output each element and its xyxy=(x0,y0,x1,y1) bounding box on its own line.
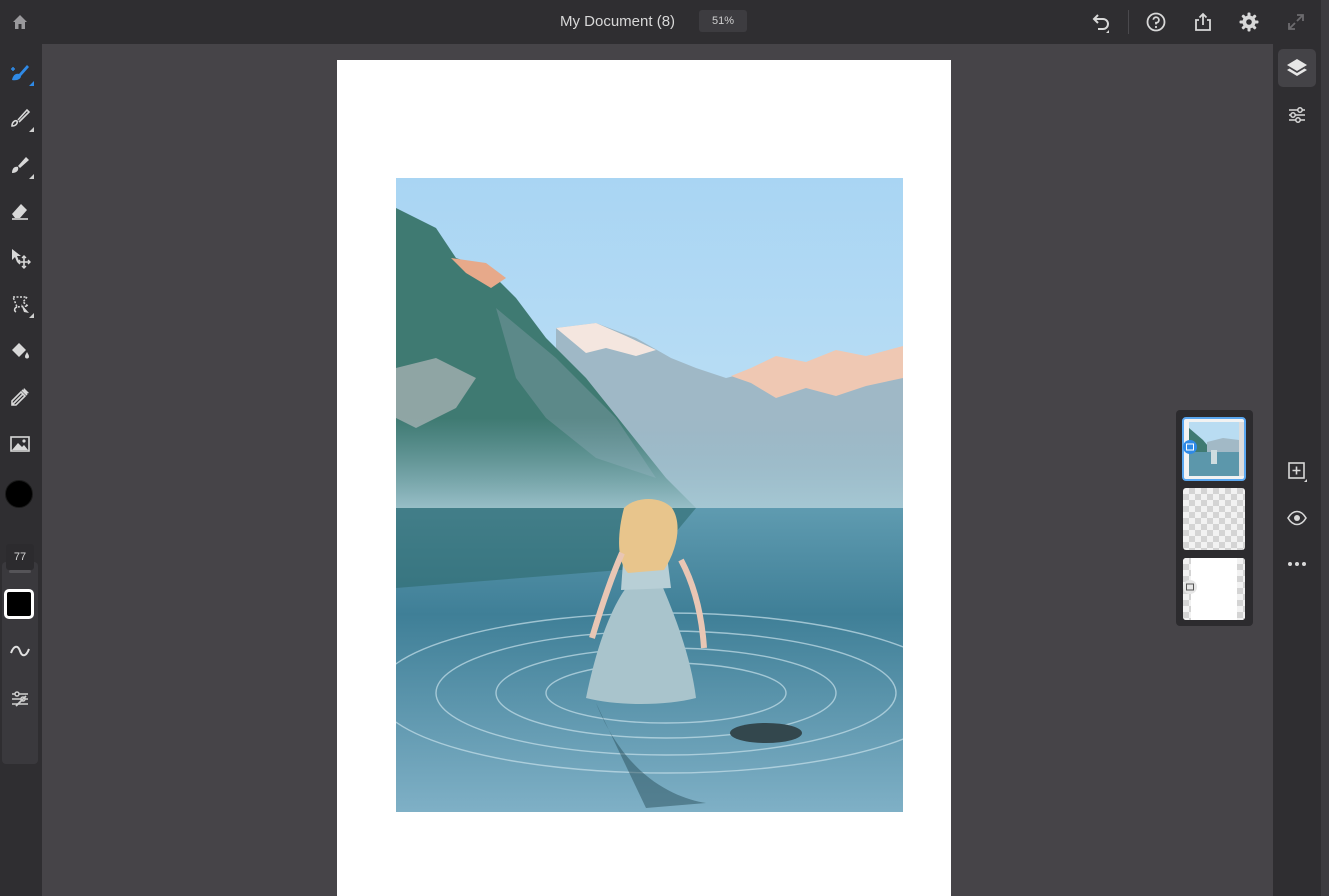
primary-color-swatch[interactable] xyxy=(5,480,33,508)
add-layer-button[interactable] xyxy=(1282,456,1312,486)
layer-thumbnail-empty[interactable] xyxy=(1183,488,1245,550)
toolbar-divider xyxy=(1128,10,1129,34)
tool-submenu-indicator xyxy=(29,174,34,179)
brush-color-swatch[interactable] xyxy=(4,589,34,619)
smoothing-wave-icon xyxy=(10,645,30,657)
layer-thumbnail-background[interactable] xyxy=(1183,558,1245,620)
tool-move-transform[interactable] xyxy=(3,241,37,275)
fullscreen-button[interactable] xyxy=(1282,8,1310,36)
add-layer-icon xyxy=(1288,462,1307,482)
image-badge-icon xyxy=(1186,583,1194,591)
tool-eyedropper[interactable] xyxy=(3,380,37,414)
tool-brush-settings[interactable] xyxy=(3,682,37,716)
tool-quick-selection[interactable] xyxy=(3,55,37,89)
zoom-level[interactable]: 51% xyxy=(699,10,747,32)
document-title[interactable]: My Document (8) xyxy=(560,11,675,33)
tool-fill-bucket[interactable] xyxy=(3,334,37,368)
layer-image-badge xyxy=(1183,580,1197,594)
undo-button[interactable] xyxy=(1087,8,1115,36)
layer-thumbnail-photo[interactable] xyxy=(1182,417,1246,481)
help-icon xyxy=(1146,12,1166,32)
layers-icon xyxy=(1287,59,1307,76)
eyedropper-icon xyxy=(11,388,29,406)
group-handle[interactable] xyxy=(9,570,31,573)
adjustments-panel-button[interactable] xyxy=(1278,96,1316,134)
fill-bucket-icon xyxy=(12,343,29,359)
settings-icon xyxy=(1239,12,1259,32)
eraser-icon xyxy=(12,204,28,220)
adjustments-sliders-icon xyxy=(1289,107,1305,123)
undo-icon xyxy=(1092,14,1109,33)
tool-submenu-indicator xyxy=(29,313,34,318)
tool-smoothing[interactable] xyxy=(3,634,37,668)
share-icon xyxy=(1195,12,1211,31)
top-bar: My Document (8) 51% xyxy=(0,0,1329,44)
settings-button[interactable] xyxy=(1235,8,1263,36)
fullscreen-icon xyxy=(1288,14,1304,30)
help-button[interactable] xyxy=(1142,8,1170,36)
tool-brush-variant[interactable] xyxy=(3,148,37,182)
tool-place-image[interactable] xyxy=(3,427,37,461)
image-badge-icon xyxy=(1186,443,1194,451)
brush-settings-icon xyxy=(12,691,28,707)
place-image-icon xyxy=(10,436,30,452)
tool-submenu-indicator xyxy=(29,81,34,86)
tool-lasso[interactable] xyxy=(3,287,37,321)
document-canvas[interactable] xyxy=(337,60,951,896)
home-button[interactable] xyxy=(6,8,34,36)
lake-photo-illustration xyxy=(396,178,903,812)
screen-edge xyxy=(1321,0,1329,896)
layer-link-badge xyxy=(1183,440,1197,454)
layers-thumbnails-panel xyxy=(1176,410,1253,626)
home-icon xyxy=(13,15,27,29)
tool-submenu-indicator xyxy=(29,127,34,132)
eye-icon xyxy=(1287,510,1307,526)
tool-brush[interactable] xyxy=(3,101,37,135)
brush-size-value[interactable]: 77 xyxy=(6,544,34,570)
layer-visibility-button[interactable] xyxy=(1282,503,1312,533)
more-options-icon xyxy=(1288,562,1306,566)
photo-layer-image[interactable] xyxy=(396,178,903,812)
share-button[interactable] xyxy=(1189,8,1217,36)
layers-panel-button[interactable] xyxy=(1278,49,1316,87)
layer-more-options-button[interactable] xyxy=(1282,549,1312,579)
move-transform-icon xyxy=(12,249,31,269)
tool-eraser[interactable] xyxy=(3,194,37,228)
